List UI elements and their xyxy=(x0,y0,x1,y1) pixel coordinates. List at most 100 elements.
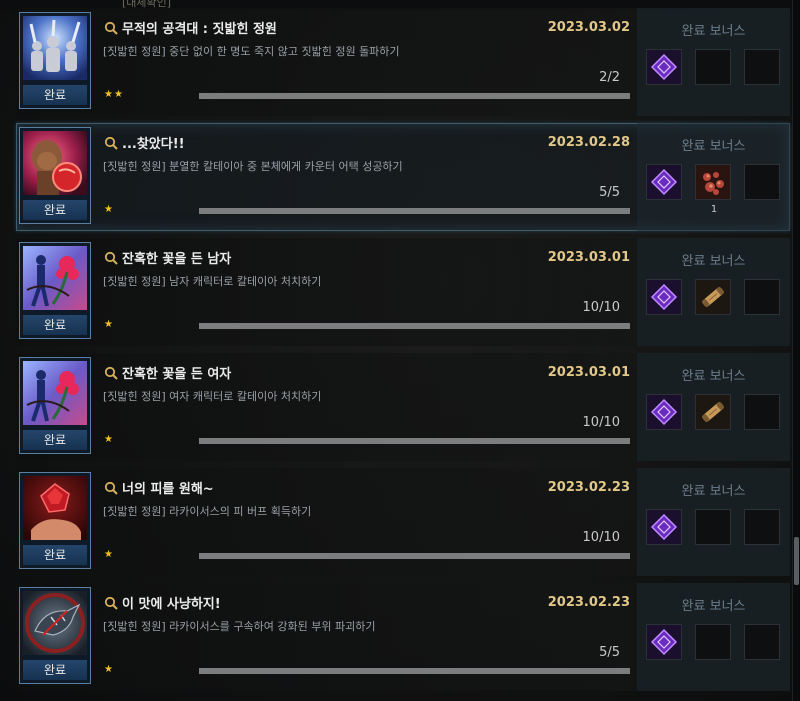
star-rating: ★ xyxy=(104,319,114,330)
reward-slot[interactable] xyxy=(646,509,682,545)
purple-crystal-icon xyxy=(647,395,681,429)
achievement-description: [짓밟힌 정원] 남자 캐릭터로 칼테이아 처치하기 xyxy=(103,275,322,288)
progress-bar xyxy=(199,553,630,559)
flower-woman-icon xyxy=(23,361,87,425)
done-label: 완료 xyxy=(23,430,87,450)
dragon-icon xyxy=(23,591,87,655)
search-icon[interactable] xyxy=(104,136,118,150)
star-rating: ★ xyxy=(104,664,114,675)
completion-date: 2023.02.23 xyxy=(547,595,630,610)
bonus-panel: 완료 보너스 xyxy=(637,468,790,576)
red-cluster-icon xyxy=(696,165,730,199)
progress-bar xyxy=(199,208,630,214)
purple-crystal-icon xyxy=(647,165,681,199)
punch-icon xyxy=(23,131,87,195)
purple-crystal-icon xyxy=(647,510,681,544)
achievement-title: ...찾았다!! xyxy=(122,137,185,152)
search-icon[interactable] xyxy=(104,596,118,610)
completion-date: 2023.03.02 xyxy=(547,20,630,35)
reward-slot[interactable] xyxy=(695,394,731,430)
achievement-row[interactable]: 완료 잔혹한 꽃을 든 남자 2023.03.01 [짓밟힌 정원] 남자 캐릭… xyxy=(16,238,790,346)
purple-crystal-icon xyxy=(647,280,681,314)
progress-count: 10/10 xyxy=(582,300,620,315)
progress-count: 5/5 xyxy=(599,185,620,200)
progress-count: 2/2 xyxy=(599,70,620,85)
reward-slot[interactable] xyxy=(646,624,682,660)
reward-slot-empty xyxy=(695,509,731,545)
star-rating: ★ xyxy=(104,549,114,560)
progress-bar xyxy=(199,323,630,329)
reward-slot-empty xyxy=(695,49,731,85)
achievement-row[interactable]: 완료 무적의 공격대 : 짓밟힌 정원 2023.03.02 [짓밟힌 정원] … xyxy=(16,8,790,116)
bonus-panel: 완료 보너스 xyxy=(637,583,790,691)
star-rating: ★ xyxy=(104,434,114,445)
achievement-title: 무적의 공격대 : 짓밟힌 정원 xyxy=(122,22,277,37)
reward-slot-empty xyxy=(744,279,780,315)
reward-slot[interactable] xyxy=(646,49,682,85)
reward-slot-empty xyxy=(744,394,780,430)
flower-man-icon xyxy=(23,246,87,310)
done-label: 완료 xyxy=(23,660,87,680)
scroll-icon xyxy=(696,395,730,429)
bonus-title: 완료 보너스 xyxy=(681,484,746,499)
achievement-thumbnail: 완료 xyxy=(19,242,91,339)
purple-crystal-icon xyxy=(647,625,681,659)
progress-count: 5/5 xyxy=(599,645,620,660)
achievement-thumbnail: 완료 xyxy=(19,472,91,569)
achievement-thumbnail: 완료 xyxy=(19,357,91,454)
reward-slot-empty xyxy=(744,164,780,200)
achievement-row[interactable]: 완료 너의 피를 원해~ 2023.02.23 [짓밟힌 정원] 라카이서스의 … xyxy=(16,468,790,576)
achievement-description: [짓밟힌 정원] 분열한 칼테이아 중 본체에게 카운터 어택 성공하기 xyxy=(103,160,403,173)
achievement-list: 완료 무적의 공격대 : 짓밟힌 정원 2023.03.02 [짓밟힌 정원] … xyxy=(0,0,790,701)
star-rating: ★ xyxy=(104,204,114,215)
raid-group-icon xyxy=(23,16,87,80)
reward-slot-empty xyxy=(744,509,780,545)
achievement-description: [짓밟힌 정원] 라카이서스를 구속하여 강화된 부위 파괴하기 xyxy=(103,620,376,633)
completion-date: 2023.02.23 xyxy=(547,480,630,495)
achievement-row[interactable]: 완료 잔혹한 꽃을 든 여자 2023.03.01 [짓밟힌 정원] 여자 캐릭… xyxy=(16,353,790,461)
achievement-title: 너의 피를 원해~ xyxy=(122,482,214,497)
reward-slot[interactable] xyxy=(695,279,731,315)
achievement-row-selected[interactable]: 완료 ...찾았다!! 2023.02.28 [짓밟힌 정원] 분열한 칼테이아… xyxy=(16,123,790,231)
achievement-title: 잔혹한 꽃을 든 남자 xyxy=(122,252,232,267)
reward-slot[interactable] xyxy=(646,164,682,200)
bonus-title: 완료 보너스 xyxy=(681,599,746,614)
search-icon[interactable] xyxy=(104,21,118,35)
achievement-thumbnail: 완료 xyxy=(19,12,91,109)
scroll-icon xyxy=(696,280,730,314)
completion-date: 2023.03.01 xyxy=(547,250,630,265)
achievement-description: [짓밟힌 정원] 여자 캐릭터로 칼테이아 처치하기 xyxy=(103,390,322,403)
achievement-thumbnail: 완료 xyxy=(19,127,91,224)
scrollbar[interactable] xyxy=(792,0,800,701)
progress-bar xyxy=(199,668,630,674)
achievement-row[interactable]: 완료 이 맛에 사냥하지! 2023.02.23 [짓밟힌 정원] 라카이서스를… xyxy=(16,583,790,691)
purple-crystal-icon xyxy=(647,50,681,84)
reward-slot[interactable] xyxy=(646,279,682,315)
bonus-title: 완료 보너스 xyxy=(681,254,746,269)
reward-slot-empty xyxy=(695,624,731,660)
done-label: 완료 xyxy=(23,85,87,105)
bonus-panel: 완료 보너스 xyxy=(637,238,790,346)
bonus-panel: 완료 보너스 1 xyxy=(637,123,790,231)
blood-gem-icon xyxy=(23,476,87,540)
bonus-title: 완료 보너스 xyxy=(681,24,746,39)
star-rating: ★★ xyxy=(104,89,124,100)
progress-count: 10/10 xyxy=(582,415,620,430)
bonus-title: 완료 보너스 xyxy=(681,139,746,154)
reward-slot[interactable]: 1 xyxy=(695,164,731,215)
progress-count: 10/10 xyxy=(582,530,620,545)
bonus-title: 완료 보너스 xyxy=(681,369,746,384)
progress-bar xyxy=(199,438,630,444)
reward-slot[interactable] xyxy=(646,394,682,430)
reward-slot-empty xyxy=(744,49,780,85)
reward-quantity: 1 xyxy=(710,204,718,215)
achievement-title: 이 맛에 사냥하지! xyxy=(122,597,221,612)
completion-date: 2023.02.28 xyxy=(547,135,630,150)
progress-bar xyxy=(199,93,630,99)
search-icon[interactable] xyxy=(104,366,118,380)
search-icon[interactable] xyxy=(104,251,118,265)
search-icon[interactable] xyxy=(104,481,118,495)
scrollbar-thumb[interactable] xyxy=(794,537,799,585)
bonus-panel: 완료 보너스 xyxy=(637,353,790,461)
achievement-description: [짓밟힌 정원] 중단 없이 한 명도 죽지 않고 짓밟힌 정원 돌파하기 xyxy=(103,45,400,58)
